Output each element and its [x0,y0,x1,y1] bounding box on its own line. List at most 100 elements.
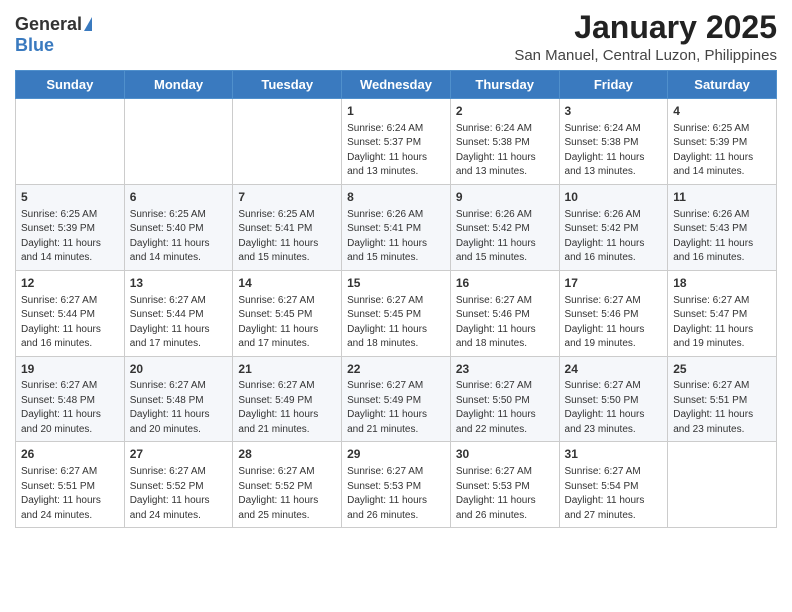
calendar-cell: 19Sunrise: 6:27 AM Sunset: 5:48 PM Dayli… [16,356,125,442]
day-info: Sunrise: 6:26 AM Sunset: 5:43 PM Dayligh… [673,208,771,266]
calendar-cell: 17Sunrise: 6:27 AM Sunset: 5:46 PM Dayli… [559,270,668,356]
day-info: Sunrise: 6:25 AM Sunset: 5:39 PM Dayligh… [21,208,119,266]
calendar-cell: 27 Sunrise: 6:27 AM Sunset: 5:52 PM Dayli… [124,442,233,528]
day-number: 27 [130,446,228,463]
day-number: 31 [565,446,663,463]
calendar-cell: 13 Sunrise: 6:27 AM Sunset: 5:44 PM Dayli… [124,270,233,356]
day-number: 11 [673,189,771,206]
day-number: 20 [130,361,228,378]
calendar-cell: 2Sunrise: 6:24 AM Sunset: 5:38 PM Daylig… [450,99,559,185]
day-number: 25 [673,361,771,378]
day-number: 4 [673,103,771,120]
day-number: 10 [565,189,663,206]
page-title: January 2025 [514,10,777,45]
day-info: Sunrise: 6:25 AM Sunset: 5:39 PM Dayligh… [673,122,771,180]
day-info: Sunrise: 6:27 AM Sunset: 5:49 PM Dayligh… [347,379,445,437]
calendar-day-header: Sunday [16,71,125,99]
header: General Blue January 2025 San Manuel, Ce… [15,10,777,64]
calendar-day-header: Thursday [450,71,559,99]
logo-blue-text: Blue [15,35,54,56]
page-subtitle: San Manuel, Central Luzon, Philippines [514,47,777,64]
day-info: Sunrise: 6:27 AM Sunset: 5:53 PM Dayligh… [347,465,445,523]
day-number: 13 [130,275,228,292]
calendar-cell: 11 Sunrise: 6:26 AM Sunset: 5:43 PM Dayli… [668,184,777,270]
day-number: 1 [347,103,445,120]
day-info: Sunrise: 6:27 AM Sunset: 5:46 PM Dayligh… [456,294,554,352]
day-info: Sunrise: 6:27 AM Sunset: 5:45 PM Dayligh… [347,294,445,352]
calendar-cell: 14Sunrise: 6:27 AM Sunset: 5:45 PM Dayli… [233,270,342,356]
calendar-cell: 30Sunrise: 6:27 AM Sunset: 5:53 PM Dayli… [450,442,559,528]
calendar-day-header: Monday [124,71,233,99]
calendar-cell: 20Sunrise: 6:27 AM Sunset: 5:48 PM Dayli… [124,356,233,442]
day-number: 29 [347,446,445,463]
day-number: 6 [130,189,228,206]
day-info: Sunrise: 6:27 AM Sunset: 5:53 PM Dayligh… [456,465,554,523]
calendar-cell: 7 Sunrise: 6:25 AM Sunset: 5:41 PM Daylig… [233,184,342,270]
logo-general-text: General [15,14,82,35]
day-info: Sunrise: 6:25 AM Sunset: 5:41 PM Dayligh… [238,208,336,266]
calendar-cell: 4 Sunrise: 6:25 AM Sunset: 5:39 PM Daylig… [668,99,777,185]
calendar-cell: 21Sunrise: 6:27 AM Sunset: 5:49 PM Dayli… [233,356,342,442]
calendar-week-row: 26Sunrise: 6:27 AM Sunset: 5:51 PM Dayli… [16,442,777,528]
calendar-cell: 15Sunrise: 6:27 AM Sunset: 5:45 PM Dayli… [342,270,451,356]
calendar-cell [668,442,777,528]
day-number: 21 [238,361,336,378]
day-number: 2 [456,103,554,120]
calendar-cell: 28 Sunrise: 6:27 AM Sunset: 5:52 PM Dayli… [233,442,342,528]
day-info: Sunrise: 6:27 AM Sunset: 5:48 PM Dayligh… [130,379,228,437]
day-info: Sunrise: 6:27 AM Sunset: 5:47 PM Dayligh… [673,294,771,352]
calendar-cell: 3Sunrise: 6:24 AM Sunset: 5:38 PM Daylig… [559,99,668,185]
day-number: 22 [347,361,445,378]
day-number: 7 [238,189,336,206]
day-number: 18 [673,275,771,292]
calendar-table: SundayMondayTuesdayWednesdayThursdayFrid… [15,70,777,528]
calendar-cell: 16Sunrise: 6:27 AM Sunset: 5:46 PM Dayli… [450,270,559,356]
calendar-cell: 6 Sunrise: 6:25 AM Sunset: 5:40 PM Daylig… [124,184,233,270]
calendar-cell: 22Sunrise: 6:27 AM Sunset: 5:49 PM Dayli… [342,356,451,442]
calendar-cell: 5 Sunrise: 6:25 AM Sunset: 5:39 PM Daylig… [16,184,125,270]
calendar-week-row: 19Sunrise: 6:27 AM Sunset: 5:48 PM Dayli… [16,356,777,442]
day-info: Sunrise: 6:27 AM Sunset: 5:51 PM Dayligh… [673,379,771,437]
calendar-cell: 26Sunrise: 6:27 AM Sunset: 5:51 PM Dayli… [16,442,125,528]
calendar-week-row: 12 Sunrise: 6:27 AM Sunset: 5:44 PM Dayli… [16,270,777,356]
calendar-cell: 29 Sunrise: 6:27 AM Sunset: 5:53 PM Dayli… [342,442,451,528]
day-info: Sunrise: 6:24 AM Sunset: 5:38 PM Dayligh… [565,122,663,180]
day-info: Sunrise: 6:27 AM Sunset: 5:49 PM Dayligh… [238,379,336,437]
day-number: 24 [565,361,663,378]
day-info: Sunrise: 6:27 AM Sunset: 5:52 PM Dayligh… [130,465,228,523]
day-info: Sunrise: 6:25 AM Sunset: 5:40 PM Dayligh… [130,208,228,266]
day-info: Sunrise: 6:27 AM Sunset: 5:52 PM Dayligh… [238,465,336,523]
calendar-header-row: SundayMondayTuesdayWednesdayThursdayFrid… [16,71,777,99]
day-number: 28 [238,446,336,463]
day-info: Sunrise: 6:26 AM Sunset: 5:41 PM Dayligh… [347,208,445,266]
day-number: 12 [21,275,119,292]
calendar-cell: 10Sunrise: 6:26 AM Sunset: 5:42 PM Dayli… [559,184,668,270]
day-number: 9 [456,189,554,206]
calendar-cell: 31 Sunrise: 6:27 AM Sunset: 5:54 PM Dayli… [559,442,668,528]
calendar-cell [233,99,342,185]
page: General Blue January 2025 San Manuel, Ce… [0,0,792,612]
day-info: Sunrise: 6:27 AM Sunset: 5:54 PM Dayligh… [565,465,663,523]
day-number: 14 [238,275,336,292]
day-info: Sunrise: 6:26 AM Sunset: 5:42 PM Dayligh… [456,208,554,266]
day-number: 26 [21,446,119,463]
calendar-cell: 24Sunrise: 6:27 AM Sunset: 5:50 PM Dayli… [559,356,668,442]
calendar-cell: 9 Sunrise: 6:26 AM Sunset: 5:42 PM Daylig… [450,184,559,270]
day-info: Sunrise: 6:27 AM Sunset: 5:46 PM Dayligh… [565,294,663,352]
day-number: 8 [347,189,445,206]
calendar-cell [124,99,233,185]
calendar-cell: 8 Sunrise: 6:26 AM Sunset: 5:41 PM Daylig… [342,184,451,270]
day-info: Sunrise: 6:27 AM Sunset: 5:50 PM Dayligh… [456,379,554,437]
calendar-cell: 12Sunrise: 6:27 AM Sunset: 5:44 PM Dayli… [16,270,125,356]
calendar-week-row: 5 Sunrise: 6:25 AM Sunset: 5:39 PM Daylig… [16,184,777,270]
day-number: 5 [21,189,119,206]
calendar-day-header: Tuesday [233,71,342,99]
calendar-cell: 18 Sunrise: 6:27 AM Sunset: 5:47 PM Dayli… [668,270,777,356]
calendar-cell: 23Sunrise: 6:27 AM Sunset: 5:50 PM Dayli… [450,356,559,442]
header-right: January 2025 San Manuel, Central Luzon, … [514,10,777,64]
calendar-day-header: Saturday [668,71,777,99]
day-info: Sunrise: 6:27 AM Sunset: 5:44 PM Dayligh… [130,294,228,352]
day-info: Sunrise: 6:24 AM Sunset: 5:37 PM Dayligh… [347,122,445,180]
logo-triangle-icon [84,17,92,31]
day-info: Sunrise: 6:27 AM Sunset: 5:48 PM Dayligh… [21,379,119,437]
